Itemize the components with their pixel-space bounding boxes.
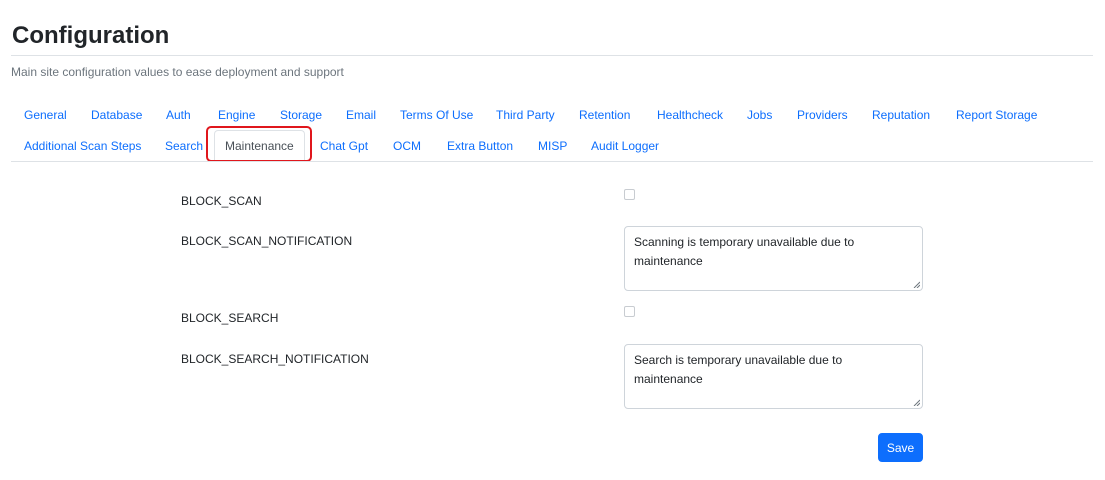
block-search-checkbox[interactable]	[624, 306, 635, 317]
page-subtitle: Main site configuration values to ease d…	[11, 65, 344, 79]
block-search-notification-input[interactable]: Search is temporary unavailable due to m…	[624, 344, 923, 409]
page-title: Configuration	[12, 22, 170, 49]
tab-providers[interactable]: Providers	[797, 107, 848, 123]
tab-third-party[interactable]: Third Party	[496, 107, 555, 123]
tabs-divider	[11, 161, 1093, 162]
block-search-label: BLOCK_SEARCH	[181, 311, 279, 325]
tab-healthcheck[interactable]: Healthcheck	[657, 107, 723, 123]
block-scan-checkbox[interactable]	[624, 189, 635, 200]
tab-extra-button[interactable]: Extra Button	[447, 138, 513, 154]
save-button[interactable]: Save	[878, 433, 923, 462]
tab-ocm[interactable]: OCM	[393, 138, 421, 154]
tab-retention[interactable]: Retention	[579, 107, 630, 123]
tab-jobs[interactable]: Jobs	[747, 107, 772, 123]
block-scan-notification-label: BLOCK_SCAN_NOTIFICATION	[181, 234, 353, 248]
block-scan-notification-input[interactable]: Scanning is temporary unavailable due to…	[624, 226, 923, 291]
block-scan-label: BLOCK_SCAN	[181, 194, 262, 208]
tab-general[interactable]: General	[24, 107, 67, 123]
tab-maintenance[interactable]: Maintenance	[214, 130, 305, 162]
block-search-notification-label: BLOCK_SEARCH_NOTIFICATION	[181, 352, 369, 366]
tab-chat-gpt[interactable]: Chat Gpt	[320, 138, 368, 154]
tab-engine[interactable]: Engine	[218, 107, 255, 123]
tab-search[interactable]: Search	[165, 138, 203, 154]
tab-auth[interactable]: Auth	[166, 107, 191, 123]
tab-audit-logger[interactable]: Audit Logger	[591, 138, 659, 154]
tab-report-storage[interactable]: Report Storage	[956, 107, 1037, 123]
tab-database[interactable]: Database	[91, 107, 142, 123]
tab-additional-scan-steps[interactable]: Additional Scan Steps	[24, 138, 141, 154]
title-divider	[11, 55, 1093, 56]
tab-terms-of-use[interactable]: Terms Of Use	[400, 107, 473, 123]
tab-misp[interactable]: MISP	[538, 138, 567, 154]
tab-reputation[interactable]: Reputation	[872, 107, 930, 123]
tab-storage[interactable]: Storage	[280, 107, 322, 123]
tab-email[interactable]: Email	[346, 107, 376, 123]
